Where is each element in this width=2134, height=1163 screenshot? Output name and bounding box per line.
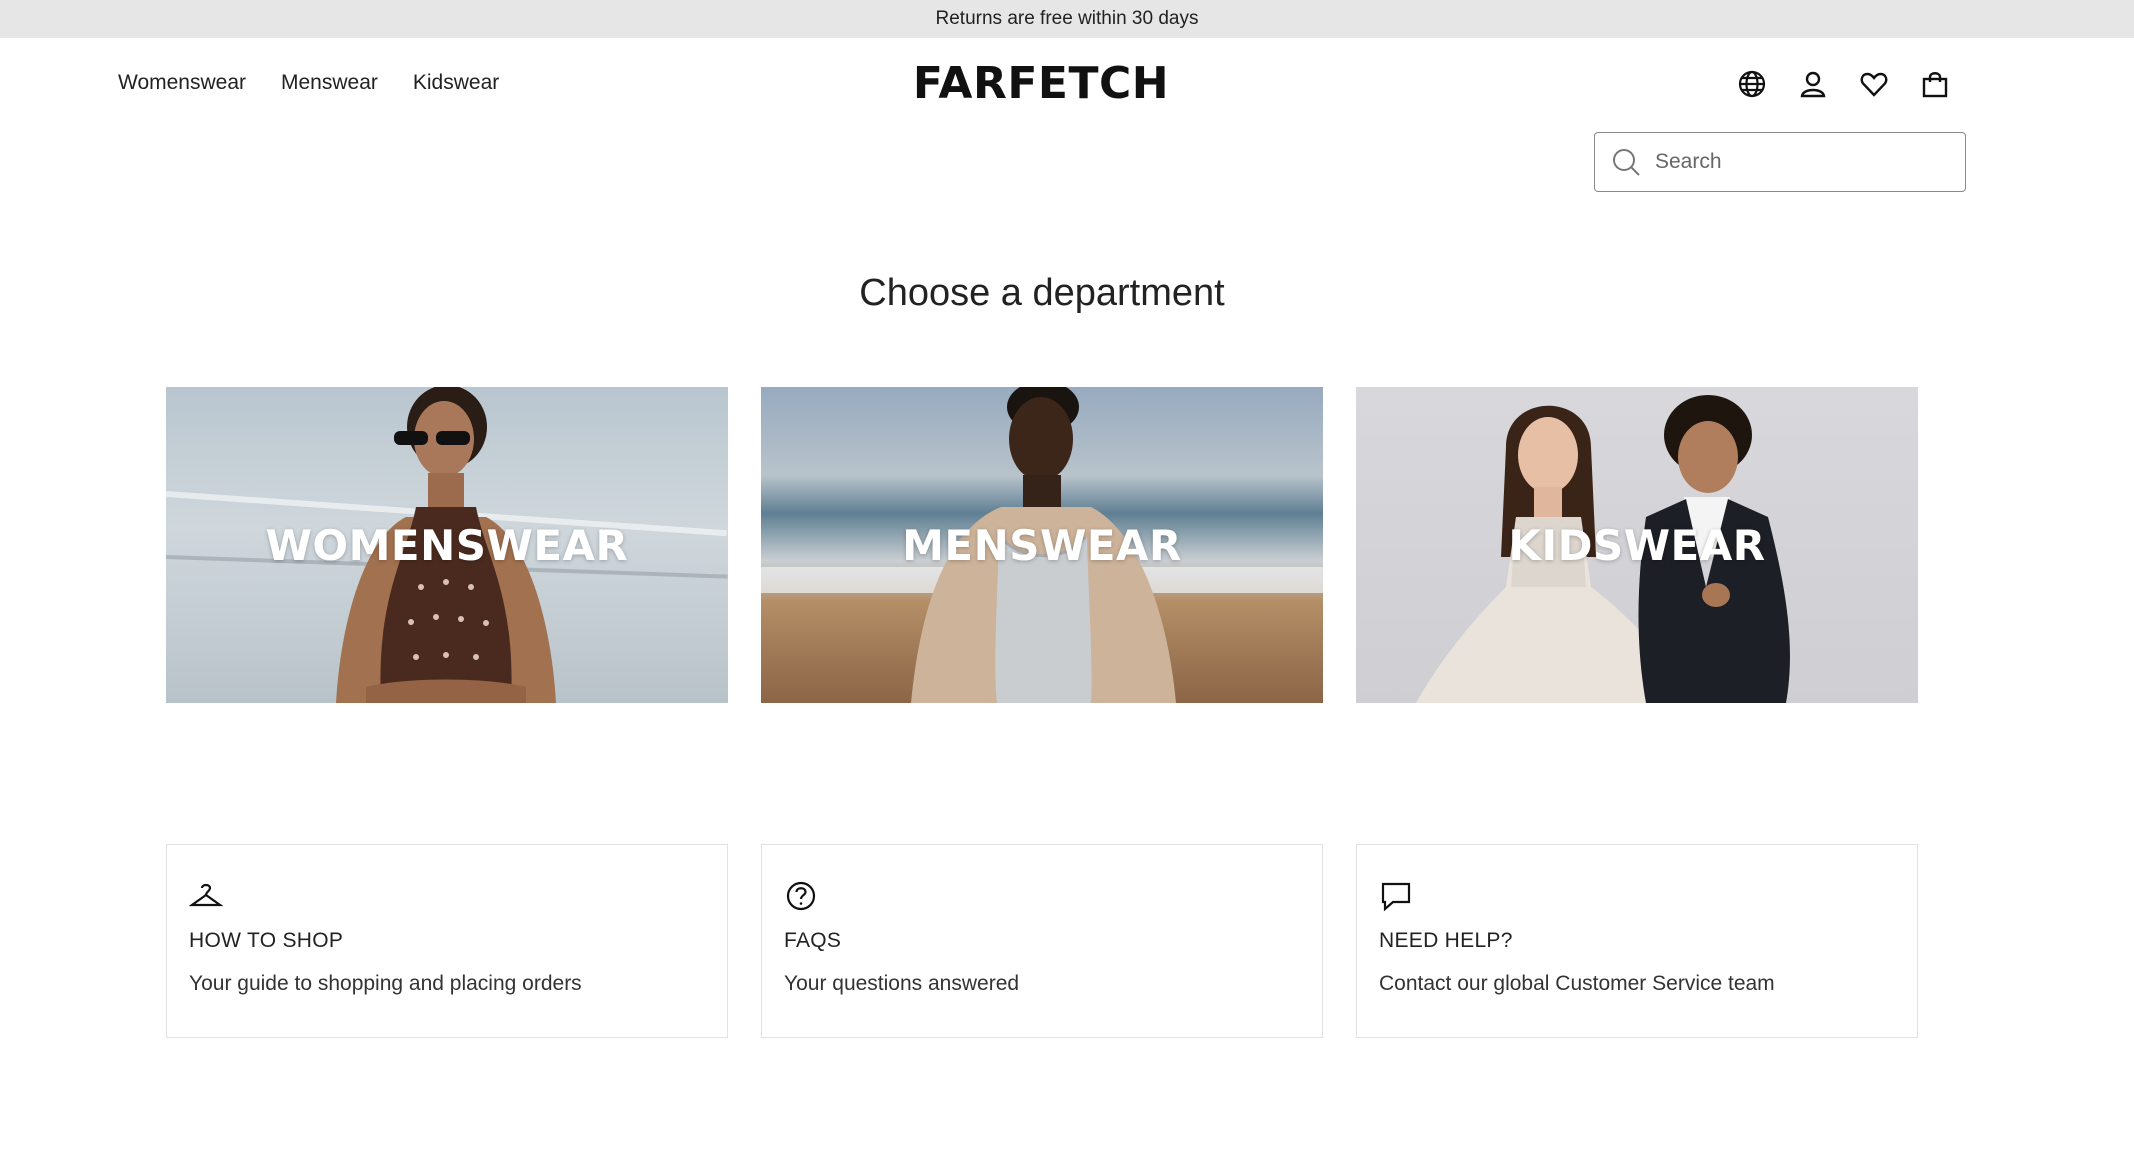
page-title: Choose a department [859, 272, 1225, 314]
department-tiles: WOMENSWEAR MENSWEAR KIDSWEAR [166, 387, 1918, 703]
globe-icon[interactable] [1736, 68, 1768, 100]
farfetch-logo[interactable]: FARFETCH [900, 58, 1182, 109]
department-nav: Womenswear Menswear Kidswear [118, 71, 499, 95]
tile-label-kidswear: KIDSWEAR [1508, 520, 1766, 570]
shopping-bag-icon[interactable] [1919, 68, 1951, 100]
chat-bubble-icon [1379, 879, 1413, 913]
wishlist-heart-icon[interactable] [1858, 68, 1890, 100]
tile-label-womenswear: WOMENSWEAR [265, 520, 629, 570]
search-icon [1613, 149, 1640, 176]
help-card-text: Contact our global Customer Service team [1379, 972, 1775, 995]
help-card-title: FAQS [784, 929, 842, 952]
nav-link-kidswear[interactable]: Kidswear [413, 71, 499, 95]
help-card-title: NEED HELP? [1379, 929, 1513, 952]
promo-bar: Returns are free within 30 days [0, 0, 2134, 38]
tile-label-menswear: MENSWEAR [902, 520, 1182, 570]
page: Returns are free within 30 days Womenswe… [0, 0, 2134, 1163]
help-card-need-help[interactable]: NEED HELP? Contact our global Customer S… [1356, 844, 1918, 1038]
help-card-how-to-shop[interactable]: HOW TO SHOP Your guide to shopping and p… [166, 844, 728, 1038]
department-tile-womenswear[interactable]: WOMENSWEAR [166, 387, 728, 703]
help-cards: HOW TO SHOP Your guide to shopping and p… [166, 844, 1918, 1038]
promo-text: Returns are free within 30 days [935, 8, 1199, 29]
department-tile-menswear[interactable]: MENSWEAR [761, 387, 1323, 703]
question-circle-icon [784, 879, 818, 913]
account-icon[interactable] [1797, 68, 1829, 100]
search-input[interactable] [1655, 150, 1955, 174]
header-icons [1736, 68, 1951, 100]
help-card-text: Your guide to shopping and placing order… [189, 972, 582, 995]
help-card-text: Your questions answered [784, 972, 1020, 995]
department-tile-kidswear[interactable]: KIDSWEAR [1356, 387, 1918, 703]
site-header: Womenswear Menswear Kidswear FARFETCH [0, 38, 2134, 130]
hanger-icon [188, 879, 224, 913]
search-box[interactable] [1594, 132, 1966, 192]
help-card-title: HOW TO SHOP [189, 929, 344, 952]
help-card-faqs[interactable]: FAQS Your questions answered [761, 844, 1323, 1038]
nav-link-menswear[interactable]: Menswear [281, 71, 378, 95]
nav-link-womenswear[interactable]: Womenswear [118, 71, 246, 95]
